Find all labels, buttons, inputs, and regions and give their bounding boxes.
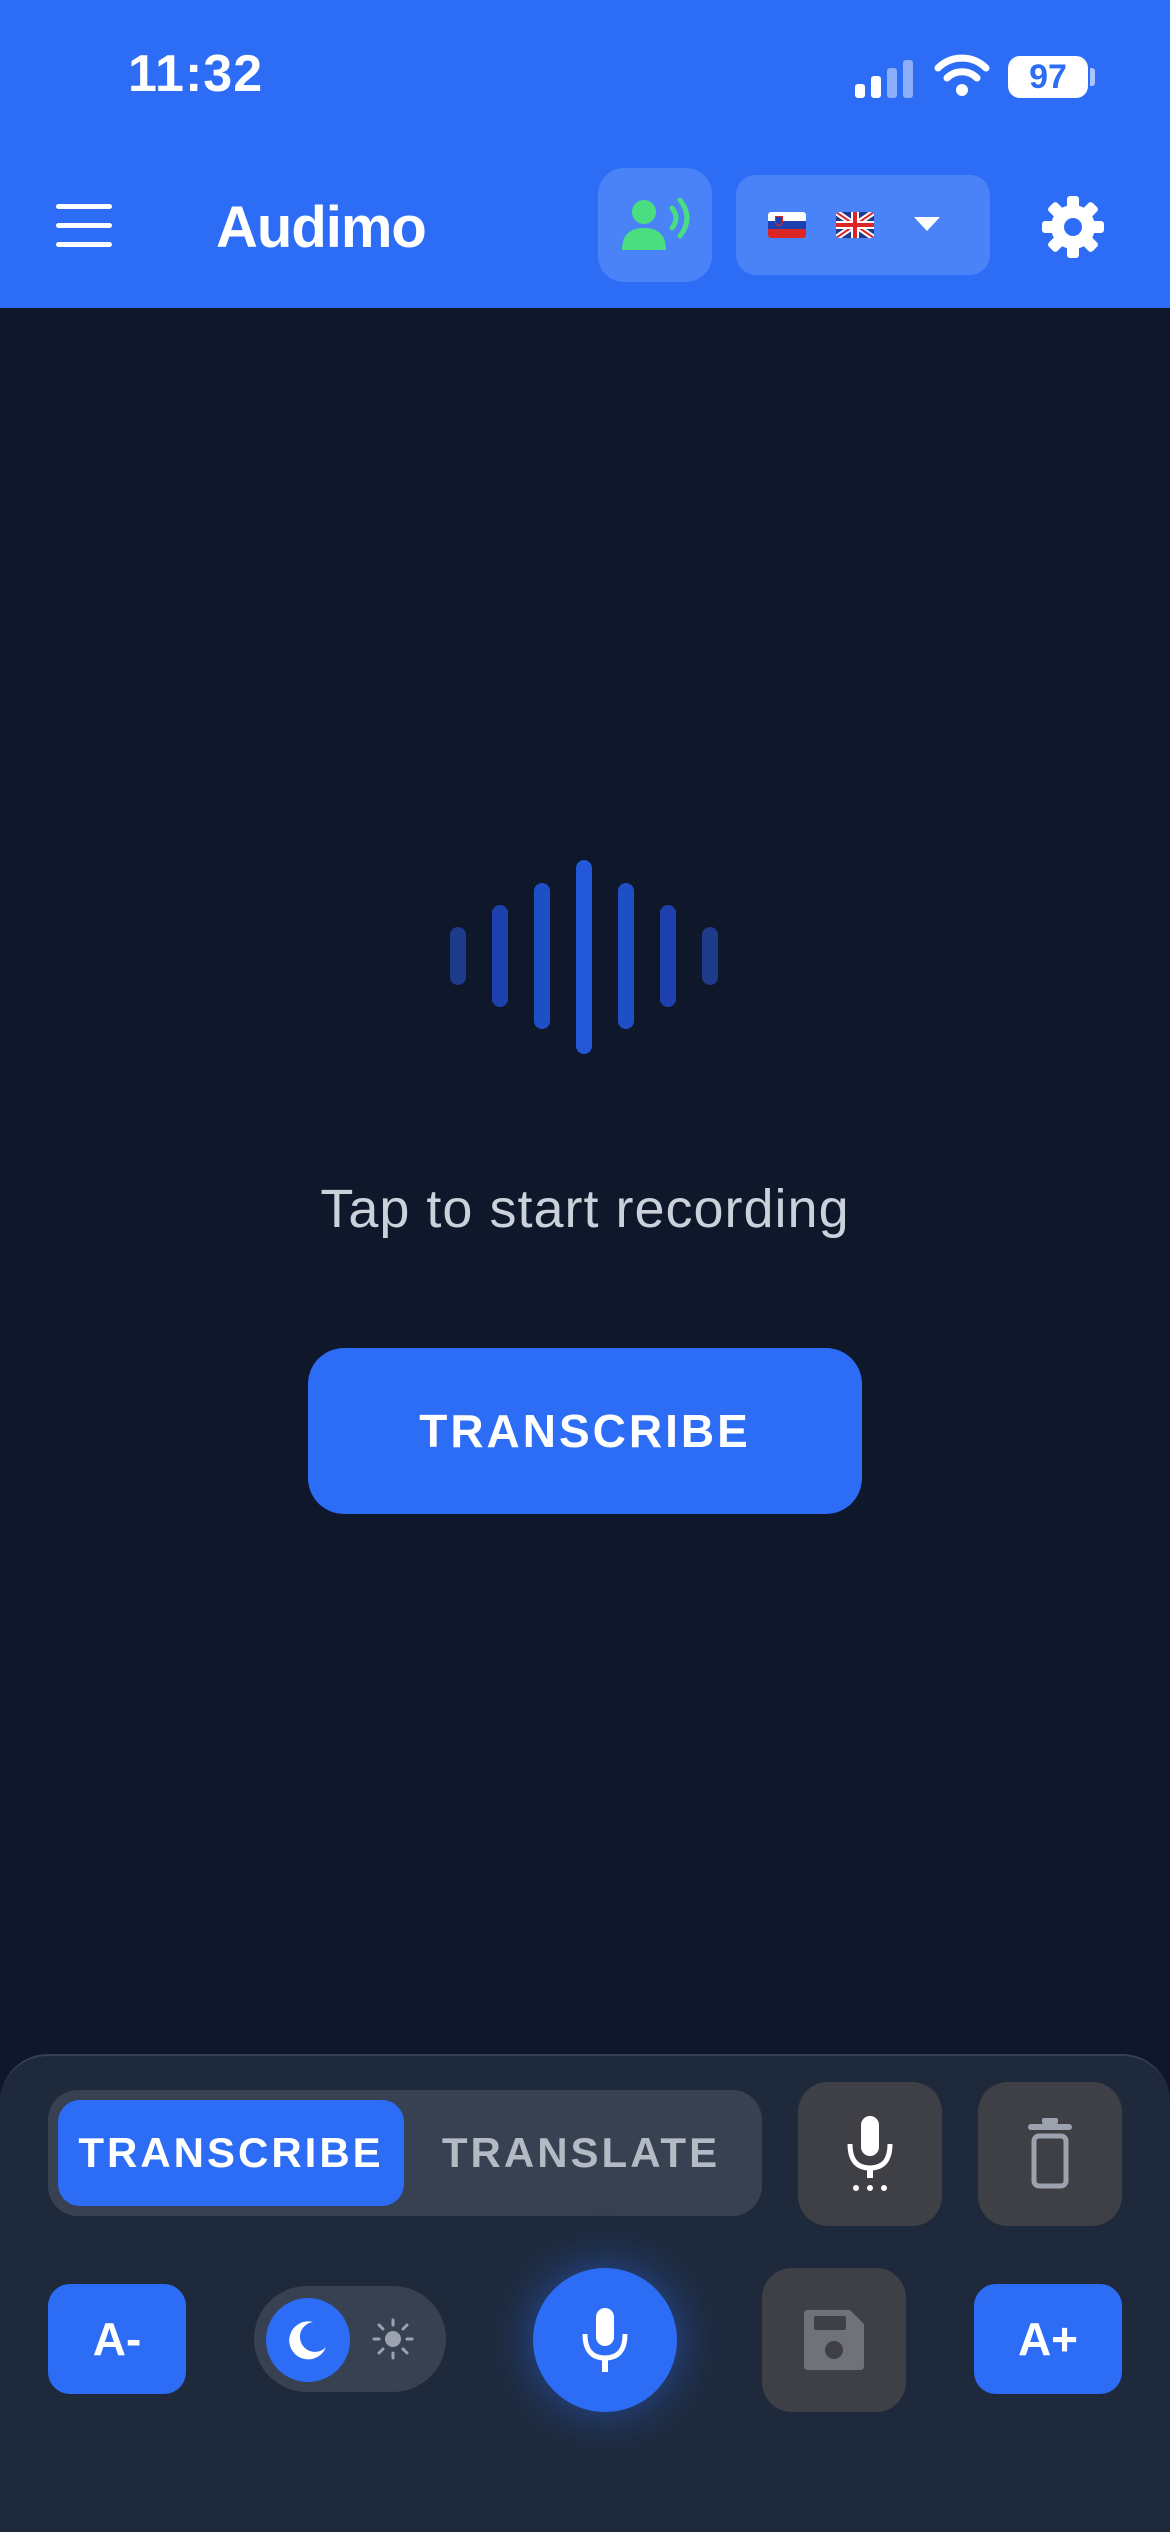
battery-icon: 97: [1008, 56, 1088, 98]
mode-transcribe-tab[interactable]: TRANSCRIBE: [58, 2100, 404, 2206]
transcribe-button[interactable]: TRANSCRIBE: [308, 1348, 862, 1514]
floppy-disk-icon: [804, 2310, 864, 2370]
microphone-settings-button[interactable]: [798, 2082, 942, 2226]
trash-icon: [1028, 2118, 1072, 2189]
app-title: Audimo: [216, 195, 427, 260]
save-button[interactable]: [762, 2268, 906, 2412]
wifi-icon: [934, 54, 990, 96]
microphone-icon: [582, 2308, 628, 2372]
sun-icon: [372, 2318, 414, 2360]
chevron-down-icon: [914, 217, 940, 231]
delete-button[interactable]: [978, 2082, 1122, 2226]
audio-waveform-icon: [440, 855, 730, 1055]
speaker-mode-button[interactable]: [598, 168, 712, 282]
uk-flag-icon: [836, 212, 874, 238]
moon-icon: [289, 2321, 326, 2360]
cellular-signal-icon: [855, 58, 915, 98]
recording-prompt: Tap to start recording: [320, 1179, 850, 1239]
language-pair-selector[interactable]: [736, 175, 990, 275]
mode-translate-tab[interactable]: TRANSLATE: [408, 2100, 754, 2206]
menu-icon[interactable]: [56, 204, 114, 248]
theme-toggle-knob: [266, 2298, 350, 2382]
microphone-dots-icon: [847, 2116, 893, 2191]
speaking-person-icon: [622, 198, 690, 250]
status-time: 11:32: [128, 45, 264, 103]
record-button[interactable]: [533, 2268, 677, 2412]
gear-icon[interactable]: [1042, 196, 1104, 258]
slovenia-flag-icon: [768, 212, 806, 238]
font-decrease-button[interactable]: A-: [48, 2284, 186, 2394]
font-increase-button[interactable]: A+: [974, 2284, 1122, 2394]
battery-level: 97: [1029, 58, 1067, 96]
battery-tip: [1090, 68, 1095, 86]
